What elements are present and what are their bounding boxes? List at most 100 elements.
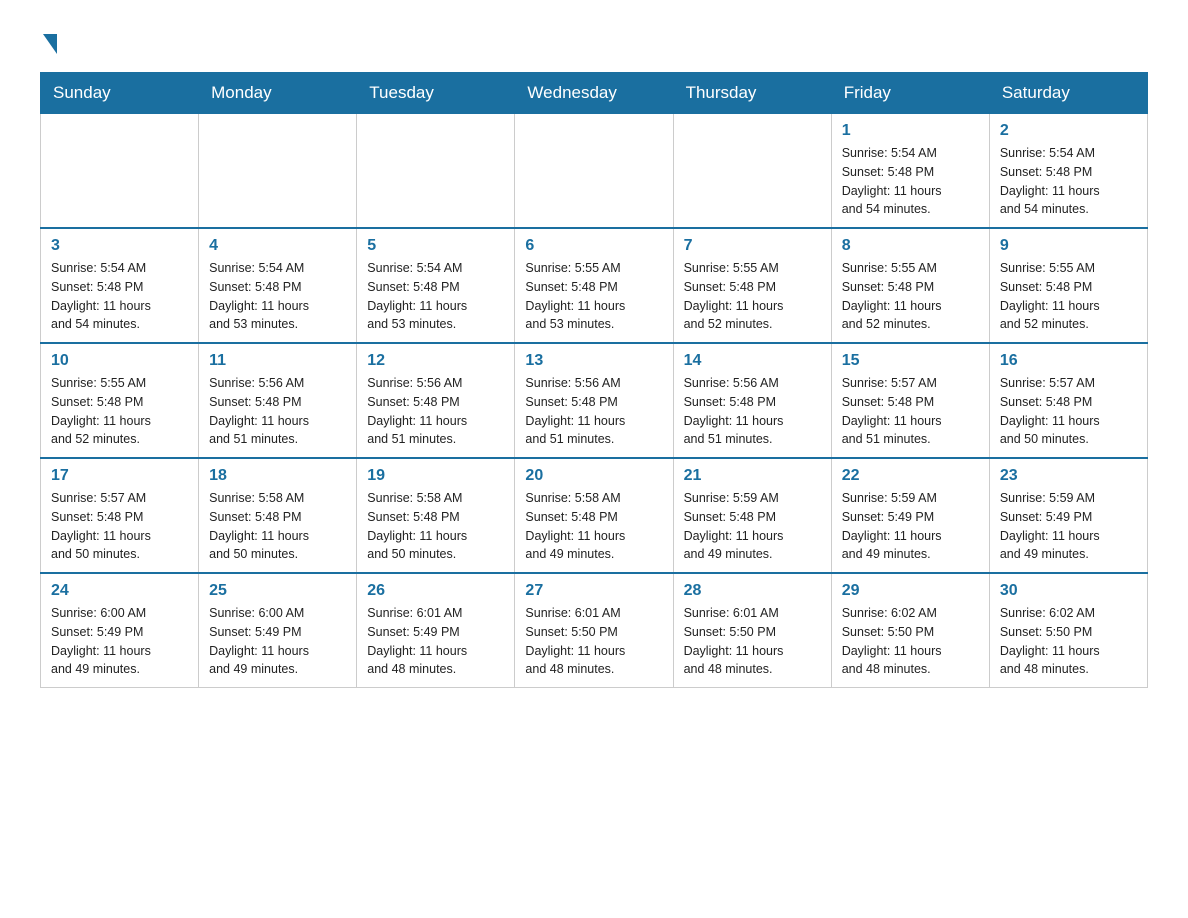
day-number: 24 (51, 582, 188, 600)
day-info: Sunrise: 5:56 AM Sunset: 5:48 PM Dayligh… (367, 374, 504, 449)
calendar-cell: 7 Sunrise: 5:55 AM Sunset: 5:48 PM Daylig… (673, 228, 831, 343)
day-number: 28 (684, 582, 821, 600)
day-info: Sunrise: 5:57 AM Sunset: 5:48 PM Dayligh… (842, 374, 979, 449)
calendar-cell (515, 114, 673, 229)
day-info: Sunrise: 5:55 AM Sunset: 5:48 PM Dayligh… (51, 374, 188, 449)
calendar-cell (673, 114, 831, 229)
day-number: 15 (842, 352, 979, 370)
day-number: 18 (209, 467, 346, 485)
calendar-cell: 12 Sunrise: 5:56 AM Sunset: 5:48 PM Dayli… (357, 343, 515, 458)
day-number: 21 (684, 467, 821, 485)
day-info: Sunrise: 5:59 AM Sunset: 5:48 PM Dayligh… (684, 489, 821, 564)
calendar-cell: 19 Sunrise: 5:58 AM Sunset: 5:48 PM Dayli… (357, 458, 515, 573)
calendar-cell (199, 114, 357, 229)
calendar-cell: 2Sunrise: 5:54 AM Sunset: 5:48 PM Daylig… (989, 114, 1147, 229)
day-info: Sunrise: 5:56 AM Sunset: 5:48 PM Dayligh… (525, 374, 662, 449)
calendar-cell: 17 Sunrise: 5:57 AM Sunset: 5:48 PM Dayli… (41, 458, 199, 573)
day-info: Sunrise: 5:57 AM Sunset: 5:48 PM Dayligh… (1000, 374, 1137, 449)
day-number: 6 (525, 237, 662, 255)
calendar-cell: 29 Sunrise: 6:02 AM Sunset: 5:50 PM Dayli… (831, 573, 989, 688)
calendar-cell: 6 Sunrise: 5:55 AM Sunset: 5:48 PM Daylig… (515, 228, 673, 343)
calendar-cell: 8 Sunrise: 5:55 AM Sunset: 5:48 PM Daylig… (831, 228, 989, 343)
calendar-table: SundayMondayTuesdayWednesdayThursdayFrid… (40, 72, 1148, 688)
day-info: Sunrise: 6:01 AM Sunset: 5:50 PM Dayligh… (684, 604, 821, 679)
calendar-cell: 13 Sunrise: 5:56 AM Sunset: 5:48 PM Dayli… (515, 343, 673, 458)
day-info: Sunrise: 5:56 AM Sunset: 5:48 PM Dayligh… (684, 374, 821, 449)
calendar-cell: 30 Sunrise: 6:02 AM Sunset: 5:50 PM Dayli… (989, 573, 1147, 688)
calendar-cell: 22 Sunrise: 5:59 AM Sunset: 5:49 PM Dayli… (831, 458, 989, 573)
day-info: Sunrise: 5:58 AM Sunset: 5:48 PM Dayligh… (367, 489, 504, 564)
day-info: Sunrise: 5:55 AM Sunset: 5:48 PM Dayligh… (842, 259, 979, 334)
calendar-cell: 24 Sunrise: 6:00 AM Sunset: 5:49 PM Dayli… (41, 573, 199, 688)
day-number: 1 (842, 122, 979, 140)
day-number: 10 (51, 352, 188, 370)
logo-arrow-icon (43, 34, 57, 54)
day-number: 17 (51, 467, 188, 485)
calendar-cell: 5 Sunrise: 5:54 AM Sunset: 5:48 PM Daylig… (357, 228, 515, 343)
calendar-cell: 25 Sunrise: 6:00 AM Sunset: 5:49 PM Dayli… (199, 573, 357, 688)
day-number: 23 (1000, 467, 1137, 485)
calendar-cell: 4 Sunrise: 5:54 AM Sunset: 5:48 PM Daylig… (199, 228, 357, 343)
day-number: 29 (842, 582, 979, 600)
day-info: Sunrise: 5:59 AM Sunset: 5:49 PM Dayligh… (842, 489, 979, 564)
day-info: Sunrise: 6:00 AM Sunset: 5:49 PM Dayligh… (209, 604, 346, 679)
day-info: Sunrise: 6:01 AM Sunset: 5:49 PM Dayligh… (367, 604, 504, 679)
calendar-week-row: 24 Sunrise: 6:00 AM Sunset: 5:49 PM Dayli… (41, 573, 1148, 688)
calendar-cell: 15 Sunrise: 5:57 AM Sunset: 5:48 PM Dayli… (831, 343, 989, 458)
calendar-cell (357, 114, 515, 229)
column-header-monday: Monday (199, 73, 357, 114)
day-info: Sunrise: 5:55 AM Sunset: 5:48 PM Dayligh… (684, 259, 821, 334)
day-number: 14 (684, 352, 821, 370)
column-header-saturday: Saturday (989, 73, 1147, 114)
calendar-cell (41, 114, 199, 229)
day-number: 27 (525, 582, 662, 600)
column-header-friday: Friday (831, 73, 989, 114)
column-header-thursday: Thursday (673, 73, 831, 114)
day-number: 4 (209, 237, 346, 255)
day-info: Sunrise: 5:56 AM Sunset: 5:48 PM Dayligh… (209, 374, 346, 449)
page-header (40, 30, 1148, 52)
day-number: 7 (684, 237, 821, 255)
day-info: Sunrise: 6:02 AM Sunset: 5:50 PM Dayligh… (1000, 604, 1137, 679)
day-number: 2 (1000, 122, 1137, 140)
calendar-week-row: 10 Sunrise: 5:55 AM Sunset: 5:48 PM Dayli… (41, 343, 1148, 458)
calendar-week-row: 3Sunrise: 5:54 AM Sunset: 5:48 PM Daylig… (41, 228, 1148, 343)
day-number: 8 (842, 237, 979, 255)
day-number: 11 (209, 352, 346, 370)
day-number: 22 (842, 467, 979, 485)
day-info: Sunrise: 6:02 AM Sunset: 5:50 PM Dayligh… (842, 604, 979, 679)
calendar-cell: 18 Sunrise: 5:58 AM Sunset: 5:48 PM Dayli… (199, 458, 357, 573)
calendar-week-row: 17 Sunrise: 5:57 AM Sunset: 5:48 PM Dayli… (41, 458, 1148, 573)
calendar-cell: 11 Sunrise: 5:56 AM Sunset: 5:48 PM Dayli… (199, 343, 357, 458)
day-info: Sunrise: 6:00 AM Sunset: 5:49 PM Dayligh… (51, 604, 188, 679)
calendar-cell: 10 Sunrise: 5:55 AM Sunset: 5:48 PM Dayli… (41, 343, 199, 458)
calendar-cell: 3Sunrise: 5:54 AM Sunset: 5:48 PM Daylig… (41, 228, 199, 343)
day-info: Sunrise: 6:01 AM Sunset: 5:50 PM Dayligh… (525, 604, 662, 679)
calendar-cell: 14 Sunrise: 5:56 AM Sunset: 5:48 PM Dayli… (673, 343, 831, 458)
column-header-wednesday: Wednesday (515, 73, 673, 114)
calendar-cell: 27 Sunrise: 6:01 AM Sunset: 5:50 PM Dayli… (515, 573, 673, 688)
day-number: 20 (525, 467, 662, 485)
day-info: Sunrise: 5:58 AM Sunset: 5:48 PM Dayligh… (209, 489, 346, 564)
day-info: Sunrise: 5:58 AM Sunset: 5:48 PM Dayligh… (525, 489, 662, 564)
day-info: Sunrise: 5:54 AM Sunset: 5:48 PM Dayligh… (367, 259, 504, 334)
day-number: 26 (367, 582, 504, 600)
calendar-week-row: 1 Sunrise: 5:54 AM Sunset: 5:48 PM Daylig… (41, 114, 1148, 229)
day-number: 30 (1000, 582, 1137, 600)
calendar-cell: 28 Sunrise: 6:01 AM Sunset: 5:50 PM Dayli… (673, 573, 831, 688)
day-info: Sunrise: 5:57 AM Sunset: 5:48 PM Dayligh… (51, 489, 188, 564)
day-info: Sunrise: 5:55 AM Sunset: 5:48 PM Dayligh… (1000, 259, 1137, 334)
day-number: 19 (367, 467, 504, 485)
calendar-cell: 1 Sunrise: 5:54 AM Sunset: 5:48 PM Daylig… (831, 114, 989, 229)
day-info: Sunrise: 5:55 AM Sunset: 5:48 PM Dayligh… (525, 259, 662, 334)
day-info: Sunrise: 5:54 AM Sunset: 5:48 PM Dayligh… (842, 144, 979, 219)
column-header-sunday: Sunday (41, 73, 199, 114)
day-info: Sunrise: 5:54 AM Sunset: 5:48 PM Dayligh… (209, 259, 346, 334)
day-number: 13 (525, 352, 662, 370)
day-number: 5 (367, 237, 504, 255)
day-number: 25 (209, 582, 346, 600)
day-info: Sunrise: 5:54 AM Sunset: 5:48 PM Dayligh… (51, 259, 188, 334)
day-number: 12 (367, 352, 504, 370)
column-header-tuesday: Tuesday (357, 73, 515, 114)
calendar-cell: 9Sunrise: 5:55 AM Sunset: 5:48 PM Daylig… (989, 228, 1147, 343)
